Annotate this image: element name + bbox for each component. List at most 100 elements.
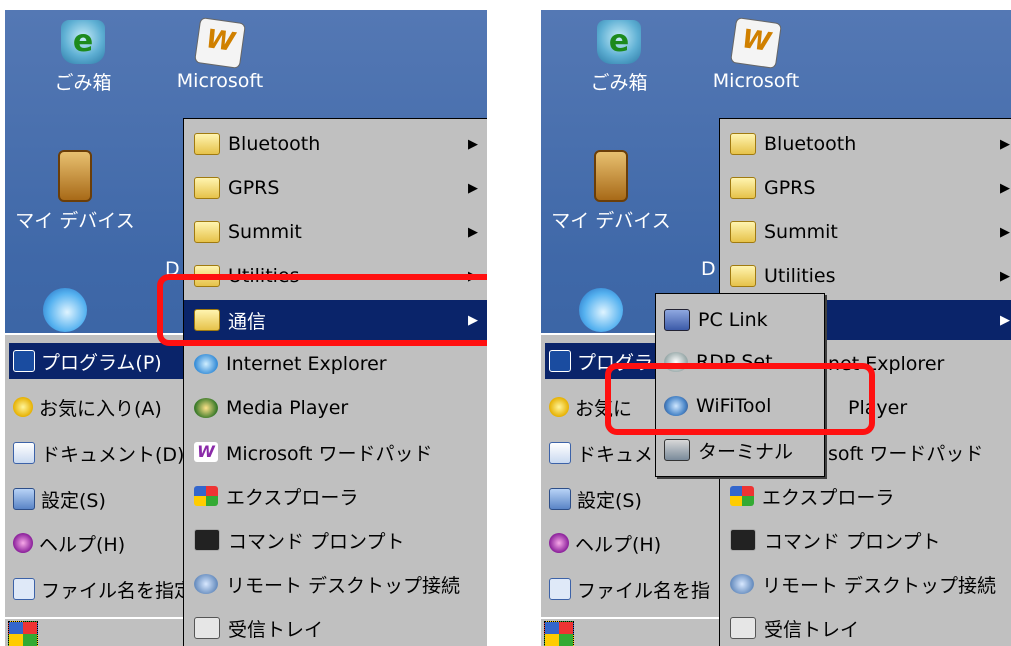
menu-item-label: Utilities bbox=[764, 265, 836, 287]
start-item-label: ヘルプ(H) bbox=[575, 533, 662, 556]
programs-icon bbox=[13, 350, 35, 372]
menu-item-pc-link[interactable]: PC Link bbox=[656, 300, 824, 340]
recycle-bin-label: ごみ箱 bbox=[590, 72, 648, 94]
menu-item-utilities[interactable]: Utilities ▶ bbox=[720, 256, 1011, 296]
menu-item-remote-desktop[interactable]: リモート デスクトップ接続 bbox=[184, 564, 487, 604]
menu-item-remote-desktop[interactable]: リモート デスクトップ接続 bbox=[720, 564, 1011, 604]
internet-explorer-desktop-icon[interactable] bbox=[15, 288, 115, 336]
menu-item-explorer[interactable]: エクスプローラ bbox=[720, 476, 1011, 516]
menu-item-label: 受信トレイ bbox=[764, 618, 860, 641]
menu-item-label: Summit bbox=[228, 221, 302, 243]
terminal-icon bbox=[664, 439, 690, 461]
menu-item-gprs[interactable]: GPRS ▶ bbox=[184, 168, 487, 208]
menu-item-bluetooth[interactable]: Bluetooth ▶ bbox=[184, 124, 487, 164]
menu-item-explorer[interactable]: エクスプローラ bbox=[184, 476, 487, 516]
menu-item-label: Media Player bbox=[226, 397, 349, 419]
menu-item-gprs[interactable]: GPRS ▶ bbox=[720, 168, 1011, 208]
menu-item-command-prompt[interactable]: コマンド プロンプト bbox=[184, 520, 487, 560]
folder-icon bbox=[194, 221, 220, 243]
menu-item-bluetooth[interactable]: Bluetooth ▶ bbox=[720, 124, 1011, 164]
wordpad-desktop-icon[interactable]: Microsoft bbox=[696, 17, 816, 92]
menu-item-internet-explorer[interactable]: Internet Explorer bbox=[184, 344, 487, 384]
folder-icon bbox=[194, 177, 220, 199]
menu-item-label: soft ワードパッド bbox=[828, 442, 984, 465]
menu-item-label: GPRS bbox=[764, 177, 816, 199]
recycle-bin-desktop-icon[interactable]: ごみ箱 bbox=[559, 20, 679, 95]
start-item-documents[interactable]: ドキュメント(D) bbox=[9, 435, 189, 471]
menu-item-label: Summit bbox=[764, 221, 838, 243]
start-button[interactable] bbox=[8, 621, 38, 646]
folder-icon bbox=[730, 177, 756, 199]
help-book-icon bbox=[13, 533, 33, 553]
menu-item-summit[interactable]: Summit ▶ bbox=[184, 212, 487, 252]
my-device-desktop-icon[interactable]: マイ デバイス bbox=[15, 150, 135, 233]
screenshot-right: ごみ箱 Microsoft マイ デバイス D プログラ お気に ドキュメ 設定… bbox=[541, 10, 1011, 646]
start-item-settings[interactable]: 設定(S) bbox=[9, 481, 189, 517]
start-item-favorites[interactable]: お気に入り(A) bbox=[9, 389, 189, 425]
start-item-help[interactable]: ヘルプ(H) bbox=[545, 525, 725, 561]
recycle-bin-icon bbox=[61, 20, 105, 64]
recycle-bin-label: ごみ箱 bbox=[54, 72, 112, 94]
folder-icon bbox=[194, 133, 220, 155]
start-item-label: 設定(S) bbox=[41, 489, 106, 512]
submenu-arrow-icon: ▶ bbox=[1000, 136, 1010, 152]
favorites-star-icon bbox=[13, 397, 33, 417]
submenu-arrow-icon: ▶ bbox=[1000, 180, 1010, 196]
menu-item-terminal[interactable]: ターミナル bbox=[656, 430, 824, 470]
wordpad-label: Microsoft bbox=[176, 70, 264, 92]
highlight-box-communication bbox=[157, 274, 487, 346]
start-item-run[interactable]: ファイル名を指 bbox=[545, 571, 725, 607]
start-item-help[interactable]: ヘルプ(H) bbox=[9, 525, 189, 561]
submenu-arrow-icon: ▶ bbox=[468, 180, 478, 196]
menu-item-summit[interactable]: Summit ▶ bbox=[720, 212, 1011, 252]
desktop-label-fragment: D bbox=[701, 258, 716, 280]
submenu-arrow-icon: ▶ bbox=[1000, 224, 1010, 240]
remote-desktop-icon bbox=[730, 574, 754, 594]
start-item-label: お気に入り(A) bbox=[39, 397, 162, 420]
start-item-label: ファイル名を指 bbox=[577, 579, 711, 602]
internet-explorer-icon bbox=[579, 288, 623, 332]
run-icon bbox=[13, 578, 35, 600]
explorer-icon bbox=[730, 486, 754, 506]
menu-item-media-player[interactable]: Media Player bbox=[184, 388, 487, 428]
my-device-icon bbox=[58, 150, 92, 202]
remote-desktop-icon bbox=[194, 574, 218, 594]
start-item-label: プログラム(P) bbox=[41, 351, 162, 374]
start-item-run[interactable]: ファイル名を指定して実行 bbox=[9, 571, 268, 607]
run-icon bbox=[549, 578, 571, 600]
my-device-desktop-icon[interactable]: マイ デバイス bbox=[551, 150, 671, 233]
help-book-icon bbox=[549, 533, 569, 553]
recycle-bin-icon bbox=[597, 20, 641, 64]
folder-icon bbox=[730, 221, 756, 243]
documents-icon bbox=[549, 442, 571, 464]
taskbar bbox=[541, 617, 721, 646]
menu-item-label: PC Link bbox=[698, 309, 768, 331]
menu-item-label: リモート デスクトップ接続 bbox=[226, 574, 461, 597]
documents-icon bbox=[13, 442, 35, 464]
internet-explorer-desktop-icon[interactable] bbox=[551, 288, 651, 336]
start-item-programs[interactable]: プログラム(P) bbox=[9, 343, 189, 379]
programs-icon bbox=[549, 350, 571, 372]
start-item-label: ヘルプ(H) bbox=[39, 533, 126, 556]
menu-item-inbox[interactable]: 受信トレイ bbox=[720, 608, 1011, 646]
settings-icon bbox=[13, 488, 35, 510]
recycle-bin-desktop-icon[interactable]: ごみ箱 bbox=[23, 20, 143, 95]
inbox-icon bbox=[730, 617, 756, 639]
explorer-icon bbox=[194, 486, 218, 506]
internet-explorer-icon bbox=[194, 354, 218, 374]
start-item-label: 設定(S) bbox=[577, 489, 642, 512]
menu-item-inbox[interactable]: 受信トレイ bbox=[184, 608, 487, 646]
highlight-box-wifi-tool bbox=[605, 363, 875, 435]
taskbar bbox=[5, 617, 185, 646]
wordpad-desktop-icon[interactable]: Microsoft bbox=[160, 17, 280, 92]
menu-item-command-prompt[interactable]: コマンド プロンプト bbox=[720, 520, 1011, 560]
folder-icon bbox=[730, 133, 756, 155]
start-menu: プログラム(P) お気に入り(A) ドキュメント(D) 設定(S) ヘルプ(H)… bbox=[5, 333, 268, 627]
menu-item-wordpad[interactable]: W Microsoft ワードパッド bbox=[184, 432, 487, 472]
pc-link-icon bbox=[664, 309, 690, 331]
menu-item-label: エクスプローラ bbox=[762, 486, 895, 509]
settings-icon bbox=[549, 488, 571, 510]
start-button[interactable] bbox=[544, 621, 574, 646]
start-item-settings[interactable]: 設定(S) bbox=[545, 481, 725, 517]
internet-explorer-icon bbox=[43, 288, 87, 332]
